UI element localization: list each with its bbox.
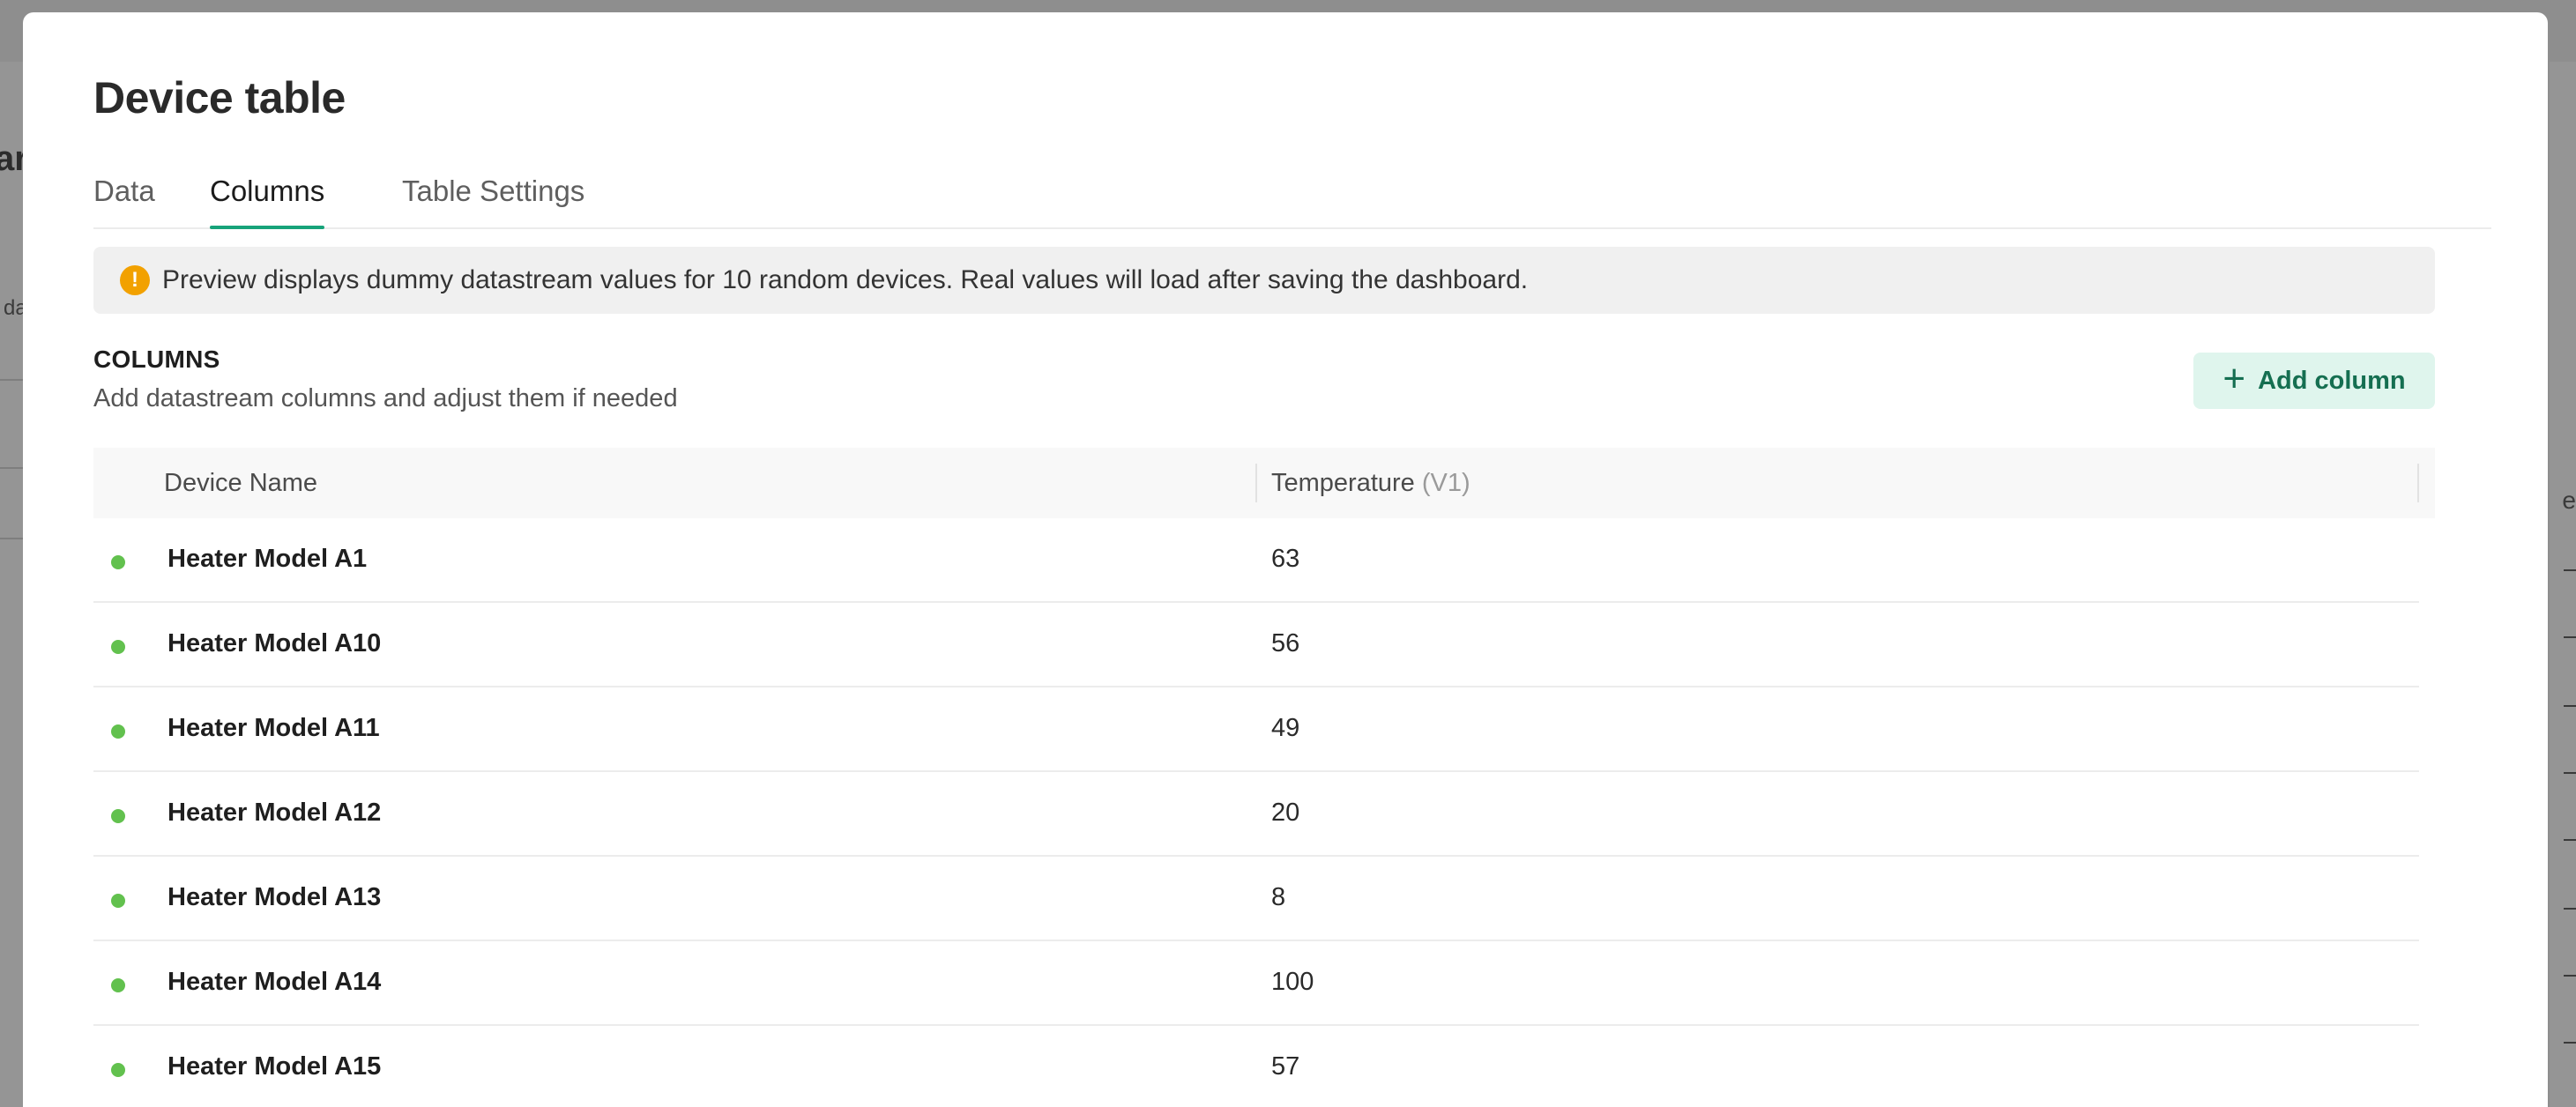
tab-data[interactable]: Data bbox=[93, 175, 155, 226]
background-divider bbox=[2564, 705, 2576, 707]
preview-notice: ! Preview displays dummy datastream valu… bbox=[93, 247, 2435, 314]
columns-section-subtitle: Add datastream columns and adjust them i… bbox=[93, 384, 678, 412]
column-header-device-name[interactable]: Device Name bbox=[164, 448, 317, 518]
background-divider bbox=[0, 379, 23, 381]
status-online-icon bbox=[111, 894, 125, 908]
device-table: Device Name Temperature (V1) Heater Mode… bbox=[93, 448, 2435, 1107]
temperature-value: 57 bbox=[1271, 1052, 1300, 1081]
device-name: Heater Model A15 bbox=[168, 1052, 382, 1081]
device-name: Heater Model A1 bbox=[168, 545, 368, 573]
status-online-icon bbox=[111, 978, 125, 992]
table-row[interactable]: Heater Model A12 20 bbox=[93, 772, 2419, 857]
tab-columns[interactable]: Columns bbox=[210, 175, 325, 229]
device-name: Heater Model A14 bbox=[168, 968, 382, 996]
background-divider bbox=[2564, 839, 2576, 841]
column-resize-handle[interactable] bbox=[1255, 464, 1257, 502]
background-divider bbox=[2564, 1042, 2576, 1044]
background-divider bbox=[0, 538, 23, 539]
temperature-value: 20 bbox=[1271, 799, 1300, 827]
background-text-fragment: e bbox=[2562, 487, 2576, 514]
device-name: Heater Model A10 bbox=[168, 629, 382, 658]
add-column-label: Add column bbox=[2258, 366, 2406, 395]
plus-icon: + bbox=[2222, 357, 2246, 400]
warning-icon: ! bbox=[120, 265, 150, 295]
temperature-value: 8 bbox=[1271, 883, 1286, 911]
columns-section-title: COLUMNS bbox=[93, 345, 220, 373]
status-online-icon bbox=[111, 640, 125, 654]
device-table-modal: Device table Data Columns Table Settings… bbox=[23, 12, 2548, 1107]
tab-table-settings[interactable]: Table Settings bbox=[402, 175, 584, 226]
table-row[interactable]: Heater Model A11 49 bbox=[93, 687, 2419, 772]
status-online-icon bbox=[111, 724, 125, 739]
temperature-value: 49 bbox=[1271, 714, 1300, 742]
background-divider bbox=[2564, 569, 2576, 571]
device-name: Heater Model A11 bbox=[168, 714, 380, 742]
column-header-temperature[interactable]: Temperature (V1) bbox=[1271, 448, 1470, 518]
background-divider bbox=[2564, 772, 2576, 774]
background-divider bbox=[2564, 908, 2576, 910]
background-divider bbox=[2564, 636, 2576, 638]
temperature-value: 56 bbox=[1271, 629, 1300, 658]
column-resize-handle[interactable] bbox=[2417, 464, 2419, 502]
column-header-label: Temperature bbox=[1271, 468, 1415, 497]
status-online-icon bbox=[111, 555, 125, 569]
device-name: Heater Model A12 bbox=[168, 799, 382, 827]
table-row[interactable]: Heater Model A14 100 bbox=[93, 941, 2419, 1026]
column-header-label: Device Name bbox=[164, 468, 318, 497]
background-left-panel bbox=[0, 62, 23, 1107]
temperature-value: 63 bbox=[1271, 545, 1300, 573]
background-right-panel bbox=[2550, 62, 2576, 1107]
modal-tabs: Data Columns Table Settings bbox=[93, 167, 2491, 229]
table-header: Device Name Temperature (V1) bbox=[93, 448, 2435, 518]
add-column-button[interactable]: + Add column bbox=[2193, 353, 2435, 409]
status-online-icon bbox=[111, 809, 125, 823]
table-row[interactable]: Heater Model A13 8 bbox=[93, 857, 2419, 941]
modal-title: Device table bbox=[93, 73, 346, 123]
table-row[interactable]: Heater Model A15 57 bbox=[93, 1026, 2419, 1107]
table-row[interactable]: Heater Model A10 56 bbox=[93, 603, 2419, 687]
datastream-pin: (V1) bbox=[1421, 468, 1470, 497]
table-row[interactable]: Heater Model A1 63 bbox=[93, 518, 2419, 603]
temperature-value: 100 bbox=[1271, 968, 1314, 996]
background-divider bbox=[0, 467, 23, 469]
device-name: Heater Model A13 bbox=[168, 883, 382, 911]
background-divider bbox=[2564, 975, 2576, 977]
notice-text: Preview displays dummy datastream values… bbox=[162, 265, 1529, 294]
status-online-icon bbox=[111, 1063, 125, 1077]
